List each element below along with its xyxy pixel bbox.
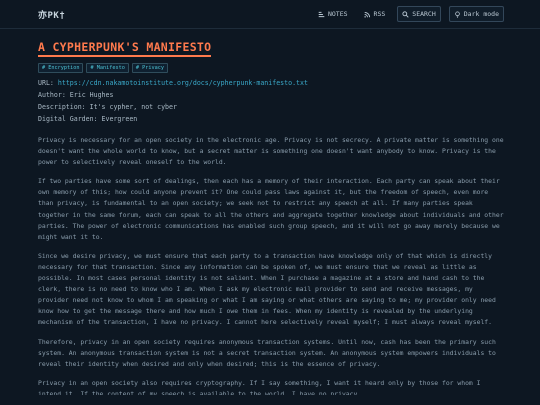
meta-description-label: Description:: [38, 103, 86, 111]
meta-author-label: Author:: [38, 91, 66, 99]
dark-mode-toggle[interactable]: Dark mode: [448, 6, 504, 22]
rss-link[interactable]: RSS: [360, 7, 390, 21]
notes-icon: [318, 11, 325, 17]
search-button[interactable]: SEARCH: [397, 6, 441, 22]
top-nav: NOTES RSS SEARCH Dark mode: [314, 6, 504, 22]
meta-author-row: Author: Eric Hughes: [38, 89, 504, 101]
meta-description-row: Description: It's cypher, not cyber: [38, 101, 504, 113]
meta-url-label: URL:: [38, 79, 54, 87]
search-label: SEARCH: [412, 10, 436, 18]
meta-garden-label: Digital Garden:: [38, 115, 98, 123]
rss-icon: [363, 11, 370, 18]
paragraph: If two parties have some sort of dealing…: [38, 177, 504, 241]
meta-url-link[interactable]: https://cdn.nakamotoinstitute.org/docs/c…: [58, 79, 308, 87]
notes-label: NOTES: [327, 10, 348, 18]
dark-mode-label: Dark mode: [463, 10, 499, 18]
paragraph: Privacy is necessary for an open society…: [38, 136, 504, 167]
meta-garden-row: Digital Garden: Evergreen: [38, 113, 504, 125]
bulb-icon: [454, 11, 460, 18]
article-body: Privacy is necessary for an open society…: [38, 125, 504, 395]
site-logo[interactable]: 亦PK†: [38, 8, 65, 21]
paragraph: Therefore, privacy in an open society re…: [38, 337, 496, 368]
article-meta: URL: https://cdn.nakamotoinstitute.org/d…: [38, 77, 504, 125]
top-bar: 亦PK† NOTES RSS SEARCH Dark mode: [0, 0, 540, 29]
tag-manifesto[interactable]: # Manifesto: [86, 63, 129, 73]
article-title: A CYPHERPUNK'S MANIFESTO: [38, 40, 212, 57]
article: A CYPHERPUNK'S MANIFESTO # Encryption # …: [38, 36, 504, 395]
notes-link[interactable]: NOTES: [314, 7, 352, 21]
tag-privacy[interactable]: # Privacy: [131, 63, 168, 73]
tag-encryption[interactable]: # Encryption: [38, 63, 84, 73]
meta-description: It's cypher, not cyber: [89, 103, 177, 111]
meta-author: Eric Hughes: [69, 91, 114, 99]
tag-list: # Encryption # Manifesto # Privacy: [38, 63, 504, 73]
paragraph: Privacy in an open society also requires…: [38, 378, 481, 395]
search-icon: [402, 10, 409, 18]
paragraph: Since we desire privacy, we must ensure …: [38, 251, 496, 327]
meta-url-row: URL: https://cdn.nakamotoinstitute.org/d…: [38, 77, 504, 89]
rss-label: RSS: [373, 10, 386, 18]
meta-garden: Evergreen: [101, 115, 138, 123]
